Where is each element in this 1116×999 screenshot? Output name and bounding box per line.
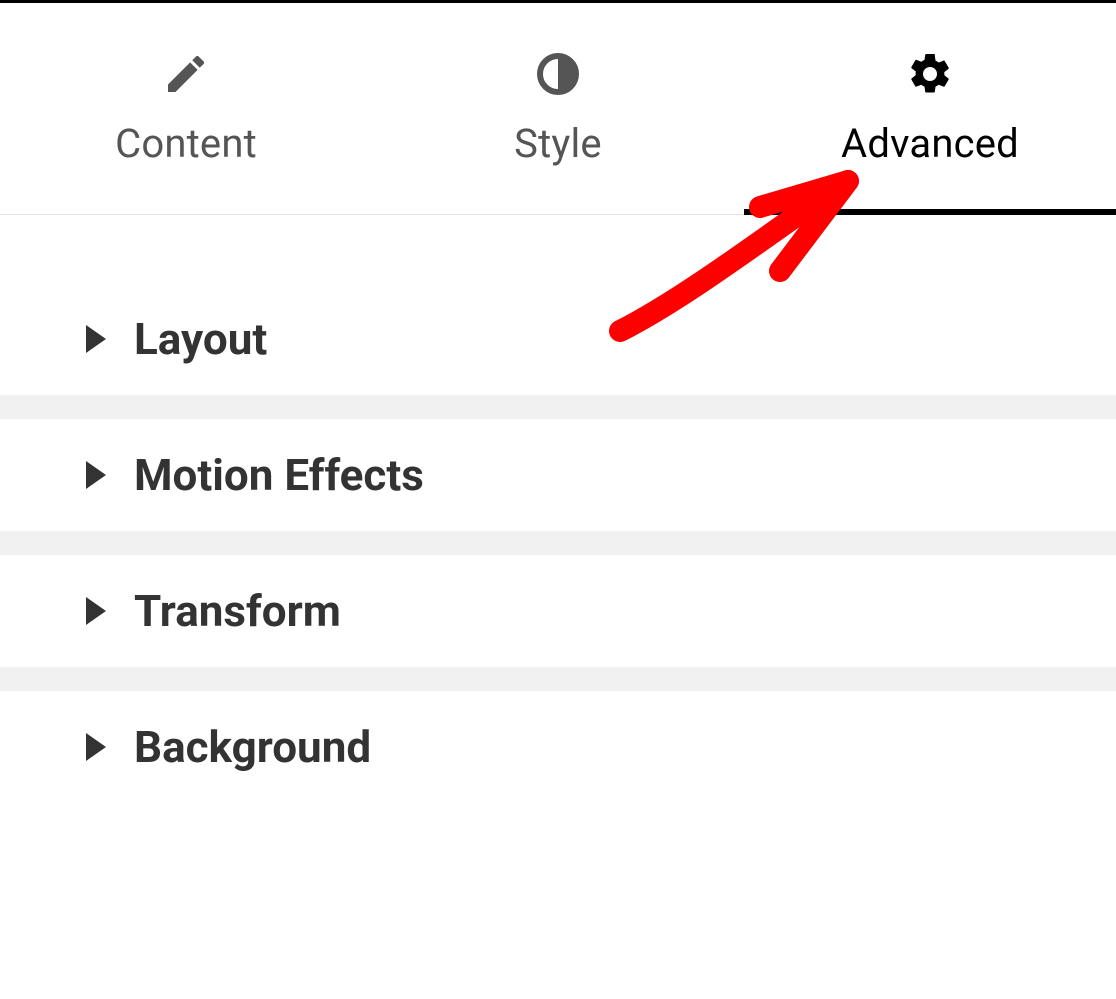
section-transform-label: Transform (134, 585, 341, 637)
gear-icon (906, 50, 954, 98)
half-circle-icon (534, 50, 582, 98)
section-background[interactable]: Background (0, 691, 1116, 803)
tab-content[interactable]: Content (0, 3, 372, 214)
tabs: Content Style Advanced (0, 3, 1116, 215)
section-layout-label: Layout (134, 313, 267, 365)
sections: Layout Motion Effects Transform Backgrou… (0, 215, 1116, 803)
tab-advanced-label: Advanced (841, 120, 1019, 167)
editor-panel: Content Style Advanced Layout (0, 0, 1116, 999)
section-motion-effects[interactable]: Motion Effects (0, 419, 1116, 531)
section-motion-effects-label: Motion Effects (134, 449, 424, 501)
tab-style[interactable]: Style (372, 3, 744, 214)
tab-advanced[interactable]: Advanced (744, 3, 1116, 214)
caret-right-icon (86, 325, 106, 353)
caret-right-icon (86, 597, 106, 625)
section-background-label: Background (134, 721, 371, 773)
tab-style-label: Style (514, 120, 602, 167)
pencil-icon (162, 50, 210, 98)
tab-content-label: Content (115, 120, 257, 167)
section-layout[interactable]: Layout (0, 283, 1116, 395)
section-transform[interactable]: Transform (0, 555, 1116, 667)
caret-right-icon (86, 733, 106, 761)
divider (0, 531, 1116, 555)
divider (0, 395, 1116, 419)
divider (0, 667, 1116, 691)
caret-right-icon (86, 461, 106, 489)
